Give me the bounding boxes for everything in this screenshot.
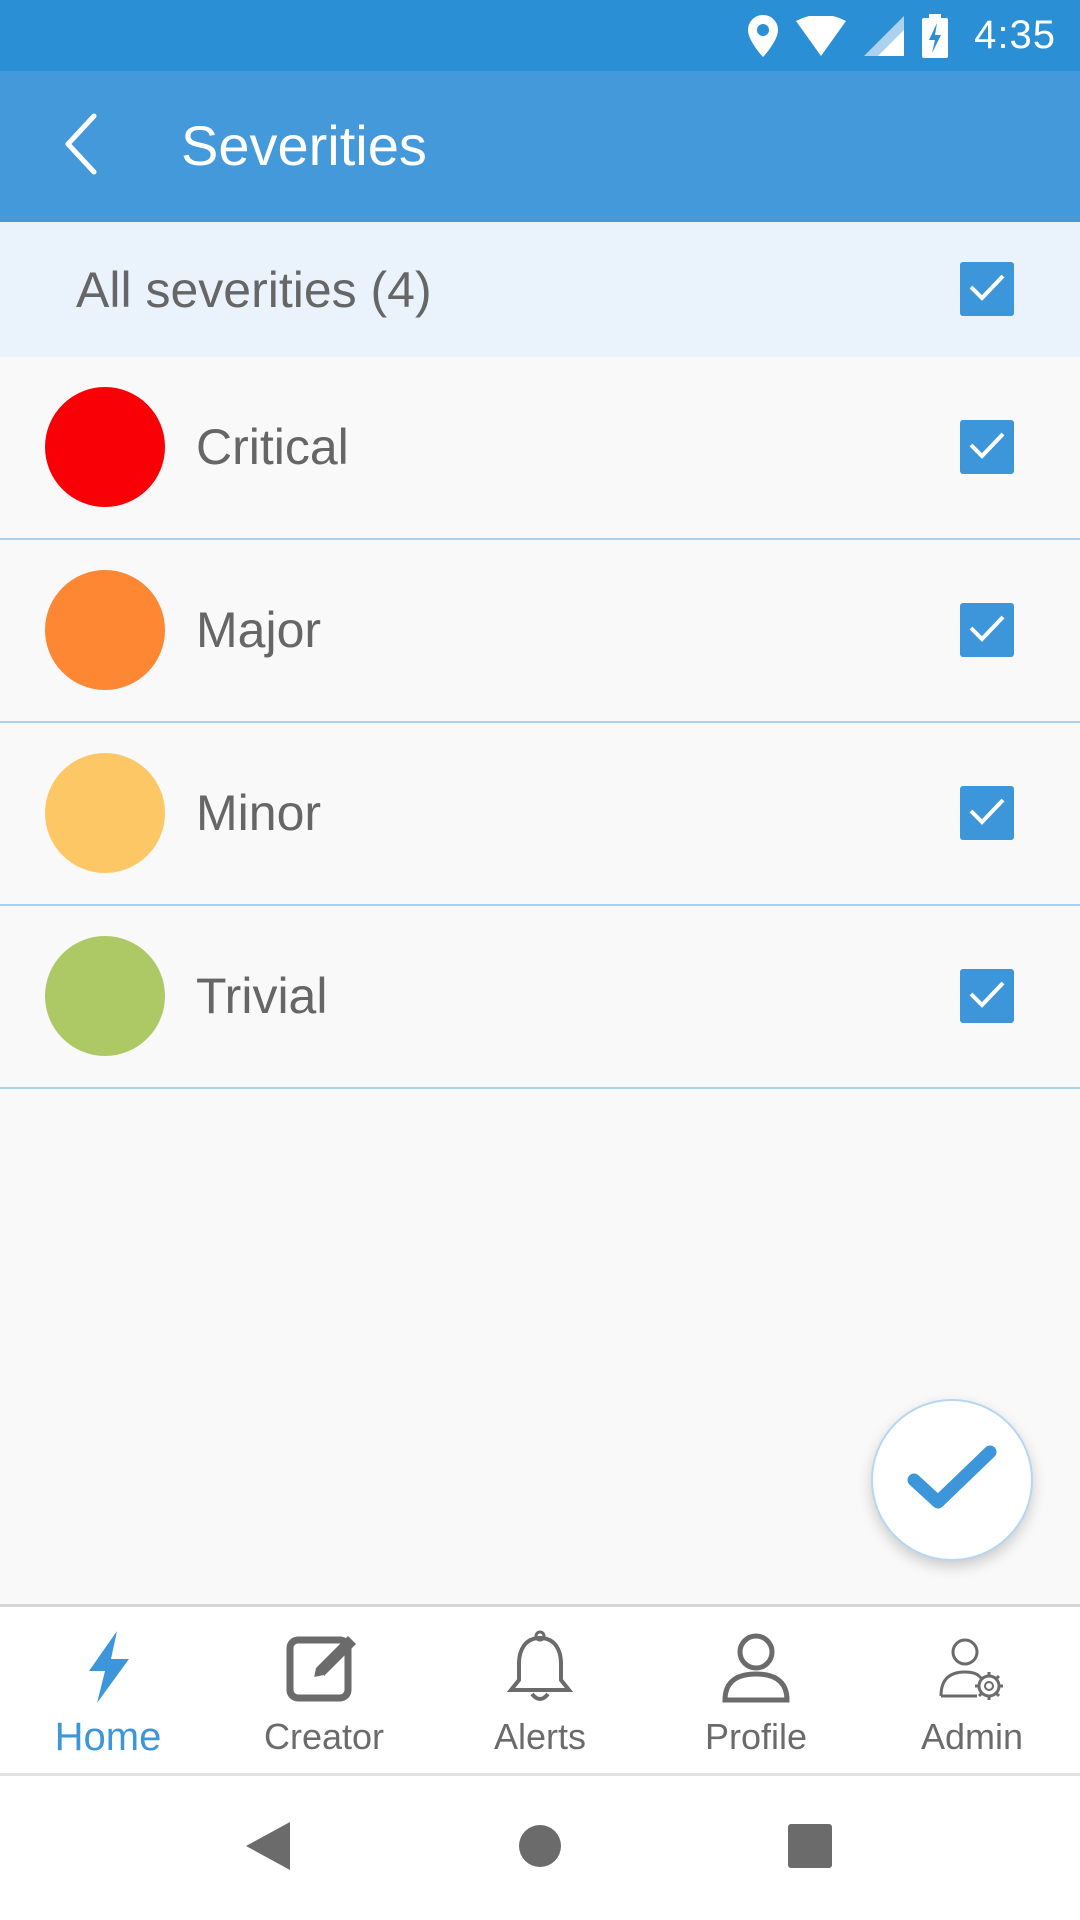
checkmark-icon (904, 1442, 1000, 1519)
severity-color-dot (45, 936, 165, 1056)
severity-row-critical[interactable]: Critical (0, 357, 1080, 540)
edit-icon (286, 1629, 362, 1705)
severity-label: Trivial (196, 968, 328, 1024)
system-nav-bar (0, 1776, 1080, 1920)
bottom-nav: Home Creator Alerts Profile Admin (0, 1604, 1080, 1776)
severity-checkbox[interactable] (960, 420, 1014, 474)
nav-item-profile[interactable]: Profile (648, 1607, 864, 1773)
status-time: 4:35 (974, 13, 1056, 57)
cell-signal-icon (864, 15, 905, 56)
user-icon (721, 1629, 791, 1705)
checkmark-icon (968, 272, 1006, 307)
severity-label: Minor (196, 785, 322, 841)
severity-color-dot (45, 570, 165, 690)
severity-list: Critical Major Minor Trivial (0, 357, 1080, 1089)
nav-item-alerts[interactable]: Alerts (432, 1607, 648, 1773)
location-icon (748, 14, 779, 57)
select-all-row[interactable]: All severities (4) (0, 222, 1080, 357)
nav-item-home[interactable]: Home (0, 1607, 216, 1773)
nav-item-creator[interactable]: Creator (216, 1607, 432, 1773)
status-bar: 4:35 (0, 0, 1080, 71)
lightning-icon (83, 1629, 133, 1705)
battery-charging-icon (922, 13, 949, 58)
severity-row-trivial[interactable]: Trivial (0, 906, 1080, 1089)
severity-color-dot (45, 753, 165, 873)
severity-color-dot (45, 387, 165, 507)
severity-row-major[interactable]: Major (0, 540, 1080, 723)
nav-label: Profile (704, 1716, 808, 1757)
severity-label: Major (196, 602, 322, 658)
severity-checkbox[interactable] (960, 603, 1014, 657)
system-back-button[interactable] (240, 1820, 296, 1876)
app-bar: Severities (0, 71, 1080, 222)
select-all-checkbox[interactable] (960, 262, 1014, 316)
nav-item-admin[interactable]: Admin (864, 1607, 1080, 1773)
back-triangle-icon (244, 1820, 292, 1877)
system-home-button[interactable] (512, 1820, 568, 1876)
checkmark-icon (968, 613, 1006, 648)
severity-row-minor[interactable]: Minor (0, 723, 1080, 906)
chevron-left-icon (60, 112, 100, 181)
severity-label: Critical (196, 419, 349, 475)
checkmark-icon (968, 979, 1006, 1014)
nav-label: Admin (920, 1716, 1024, 1757)
recents-square-icon (787, 1823, 833, 1874)
wifi-icon (796, 15, 847, 56)
home-circle-icon (517, 1823, 563, 1874)
admin-gear-icon (937, 1629, 1007, 1705)
checkmark-icon (968, 796, 1006, 831)
nav-label: Home (54, 1715, 162, 1759)
back-button[interactable] (40, 106, 120, 186)
checkmark-icon (968, 430, 1006, 465)
severity-checkbox[interactable] (960, 786, 1014, 840)
bell-icon (505, 1629, 575, 1705)
nav-label: Creator (263, 1716, 385, 1757)
confirm-fab-button[interactable] (871, 1399, 1033, 1561)
system-recents-button[interactable] (782, 1820, 838, 1876)
nav-label: Alerts (493, 1716, 587, 1757)
select-all-label: All severities (4) (76, 262, 432, 318)
page-title: Severities (181, 114, 427, 177)
severity-checkbox[interactable] (960, 969, 1014, 1023)
